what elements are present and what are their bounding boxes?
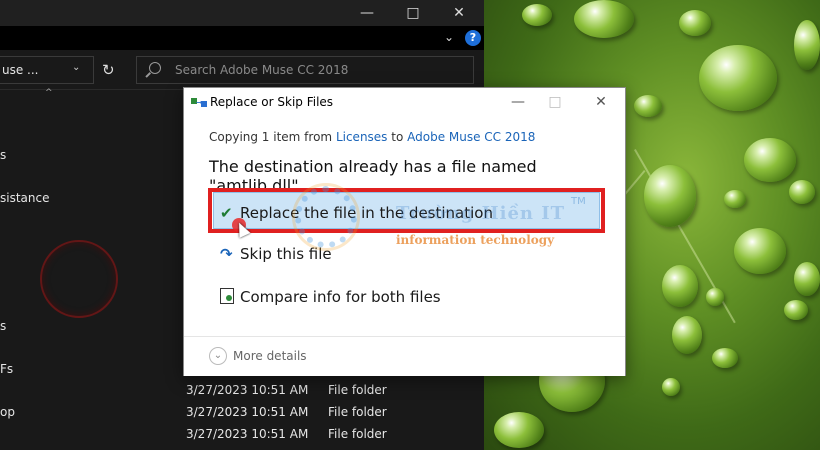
nav-item[interactable]: s: [0, 319, 6, 333]
water-drop: [672, 316, 702, 354]
water-drop: [644, 165, 696, 227]
copy-files-icon: ➞: [191, 97, 207, 109]
nav-item[interactable]: Fs: [0, 362, 13, 376]
copying-status: Copying 1 item from Licenses to Adobe Mu…: [209, 130, 535, 144]
water-drop: [662, 378, 680, 396]
skip-file-option[interactable]: ↷ Skip this file: [220, 245, 332, 263]
close-button[interactable]: ✕: [587, 92, 615, 112]
click-indicator-ring: [40, 240, 118, 318]
refresh-icon[interactable]: ↻: [102, 61, 115, 79]
nav-item[interactable]: op: [0, 405, 15, 419]
water-drop: [574, 0, 634, 38]
source-link[interactable]: Licenses: [336, 130, 388, 144]
watermark-subtitle: information technology: [396, 233, 555, 247]
compare-files-option[interactable]: Compare info for both files: [220, 288, 441, 306]
water-drop: [794, 20, 820, 70]
address-bar-row: use ... ⌄ ↻ Search Adobe Muse CC 2018: [0, 50, 484, 90]
water-drop: [706, 288, 724, 306]
water-drop: [634, 95, 662, 117]
chevron-down-icon[interactable]: ⌄: [209, 347, 227, 365]
minimize-button[interactable]: —: [504, 92, 532, 112]
watermark-logo: [295, 186, 357, 248]
copying-prefix: Copying 1 item from: [209, 130, 336, 144]
water-drop: [699, 45, 777, 111]
explorer-titlebar: — □ ✕: [0, 0, 484, 26]
explorer-ribbon: ⌄ ?: [0, 26, 484, 50]
water-drop: [734, 228, 786, 274]
watermark-trademark: TM: [571, 196, 586, 207]
table-row[interactable]: 3/27/2023 10:51 AM File folder: [186, 380, 484, 402]
copying-mid: to: [387, 130, 408, 144]
maximize-button: □: [548, 94, 562, 110]
target-link[interactable]: Adobe Muse CC 2018: [407, 130, 535, 144]
table-row[interactable]: 3/27/2023 10:51 AM File folder: [186, 424, 484, 446]
water-drop: [794, 262, 820, 296]
more-details-button[interactable]: More details: [233, 349, 307, 363]
water-drop: [744, 138, 796, 182]
table-row[interactable]: 3/27/2023 10:51 AM File folder: [186, 402, 484, 424]
search-icon: [149, 62, 161, 74]
file-type: File folder: [328, 405, 387, 419]
minimize-button[interactable]: —: [352, 3, 382, 23]
water-drop: [662, 265, 698, 307]
dialog-footer: ⌄ More details: [184, 336, 625, 376]
file-type: File folder: [328, 383, 387, 397]
nav-item[interactable]: sistance: [0, 191, 49, 205]
search-input[interactable]: Search Adobe Muse CC 2018: [136, 56, 474, 84]
watermark-text: Trường Hiền IT: [396, 203, 566, 224]
close-button[interactable]: ✕: [444, 3, 474, 23]
compare-option-label: Compare info for both files: [240, 288, 441, 306]
file-type: File folder: [328, 427, 387, 441]
help-icon[interactable]: ?: [465, 30, 481, 46]
chevron-down-icon[interactable]: ⌄: [72, 62, 80, 73]
sort-arrow-icon[interactable]: ^: [45, 88, 53, 98]
skip-option-label: Skip this file: [240, 245, 332, 263]
water-drop: [789, 180, 815, 204]
dialog-title: Replace or Skip Files: [210, 95, 334, 109]
nav-item[interactable]: s: [0, 148, 6, 162]
water-drop: [784, 300, 808, 320]
water-drop: [494, 412, 544, 448]
water-drop: [724, 190, 746, 208]
maximize-button[interactable]: □: [398, 3, 428, 23]
date-modified: 3/27/2023 10:51 AM: [186, 427, 309, 441]
water-drop: [522, 4, 552, 26]
date-modified: 3/27/2023 10:51 AM: [186, 405, 309, 419]
chevron-down-icon[interactable]: ⌄: [444, 30, 454, 44]
water-drop: [679, 10, 711, 36]
date-modified: 3/27/2023 10:51 AM: [186, 383, 309, 397]
water-drop: [712, 348, 738, 368]
search-placeholder: Search Adobe Muse CC 2018: [175, 63, 349, 77]
compare-icon: [220, 288, 234, 304]
skip-arrow-icon: ↷: [220, 245, 233, 263]
